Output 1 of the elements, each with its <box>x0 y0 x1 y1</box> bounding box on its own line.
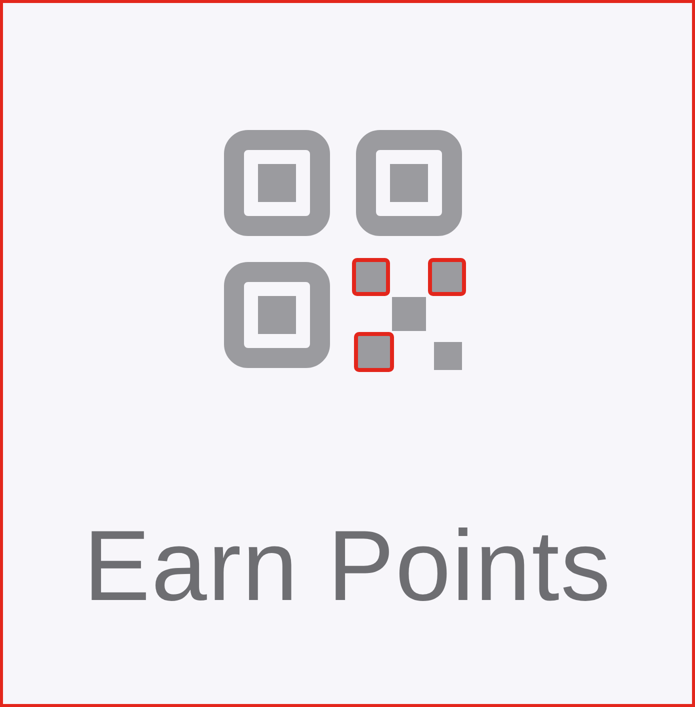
earn-points-button[interactable]: Earn Points <box>0 0 695 707</box>
